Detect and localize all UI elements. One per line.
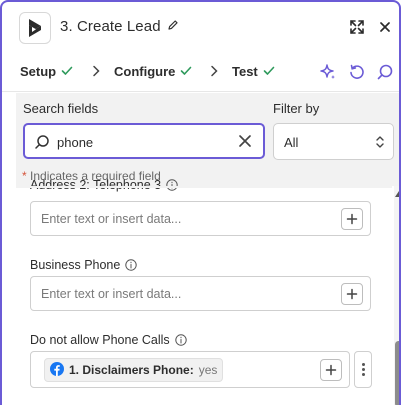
tab-configure[interactable]: Configure <box>114 64 192 79</box>
chevron-right-icon <box>92 64 100 80</box>
expand-icon[interactable] <box>346 16 368 38</box>
insert-data-button[interactable] <box>320 359 342 381</box>
filter-selected-value: All <box>284 135 299 150</box>
dynamics-logo-icon <box>19 12 51 44</box>
chevron-right-icon <box>210 64 218 80</box>
step-header: 3. Create Lead <box>2 2 399 54</box>
search-panel: Search fields Filter by All * Indicates <box>16 93 399 186</box>
chevron-updown-icon <box>375 134 385 155</box>
kebab-dot <box>361 363 365 366</box>
tab-test[interactable]: Test <box>232 64 275 79</box>
tab-label: Setup <box>20 64 57 79</box>
pill-source-name: 1. Disclaimers Phone: <box>69 363 194 377</box>
step-title[interactable]: 3. Create Lead <box>60 18 179 35</box>
business-phone-input[interactable]: Enter text or insert data... <box>30 276 371 311</box>
field-label-text: Do not allow Phone Calls <box>30 333 170 347</box>
pencil-icon[interactable] <box>167 18 179 35</box>
check-icon <box>180 64 192 79</box>
info-icon[interactable] <box>174 334 187 346</box>
input-placeholder: Enter text or insert data... <box>41 212 182 226</box>
search-fields-label: Search fields <box>23 101 99 116</box>
insert-data-button[interactable] <box>341 208 363 230</box>
field-label-do-not-allow-phone-calls: Do not allow Phone Calls <box>30 333 187 347</box>
search-field-box[interactable] <box>23 123 265 159</box>
insert-data-button[interactable] <box>341 283 363 305</box>
check-icon <box>61 64 73 79</box>
filter-by-label: Filter by <box>273 101 320 116</box>
step-editor-panel: 3. Create Lead Setup Configure Test Sear… <box>0 0 401 405</box>
refresh-icon[interactable] <box>347 62 367 82</box>
kebab-dot <box>361 373 365 376</box>
panel-edge <box>16 186 392 188</box>
info-icon[interactable] <box>166 179 178 191</box>
search-icon <box>34 134 50 155</box>
tab-setup[interactable]: Setup <box>20 64 73 79</box>
address-2-telephone-3-input[interactable]: Enter text or insert data... <box>30 201 371 236</box>
field-label-business-phone: Business Phone <box>30 258 138 272</box>
facebook-icon <box>50 361 64 379</box>
search-input[interactable] <box>57 133 227 151</box>
do-not-allow-phone-calls-input[interactable]: 1. Disclaimers Phone: yes <box>30 351 350 388</box>
clear-search-icon[interactable] <box>238 134 252 153</box>
field-label-text: Business Phone <box>30 258 121 272</box>
tab-label: Test <box>232 64 258 79</box>
close-icon[interactable] <box>374 16 396 38</box>
filter-select[interactable]: All <box>273 123 394 160</box>
pill-value: yes <box>198 363 218 377</box>
scroll-up-arrow-icon[interactable] <box>395 191 399 197</box>
check-icon <box>263 64 275 79</box>
field-label-text: Address 2: Telephone 3 <box>30 178 162 192</box>
tab-label: Configure <box>114 64 176 79</box>
field-label-address-2-telephone-3: Address 2: Telephone 3 <box>30 178 178 192</box>
info-icon[interactable] <box>125 259 138 271</box>
more-options-button[interactable] <box>354 351 372 388</box>
scrollbar[interactable] <box>394 186 399 405</box>
kebab-dot <box>361 368 365 371</box>
step-tabs: Setup Configure Test <box>2 54 399 92</box>
input-placeholder: Enter text or insert data... <box>41 287 182 301</box>
search-icon[interactable] <box>375 62 395 82</box>
sparkle-icon[interactable] <box>318 62 338 82</box>
scrollbar-thumb[interactable] <box>395 341 399 405</box>
mapped-data-pill[interactable]: 1. Disclaimers Phone: yes <box>44 358 224 382</box>
step-title-text: 3. Create Lead <box>60 18 161 35</box>
